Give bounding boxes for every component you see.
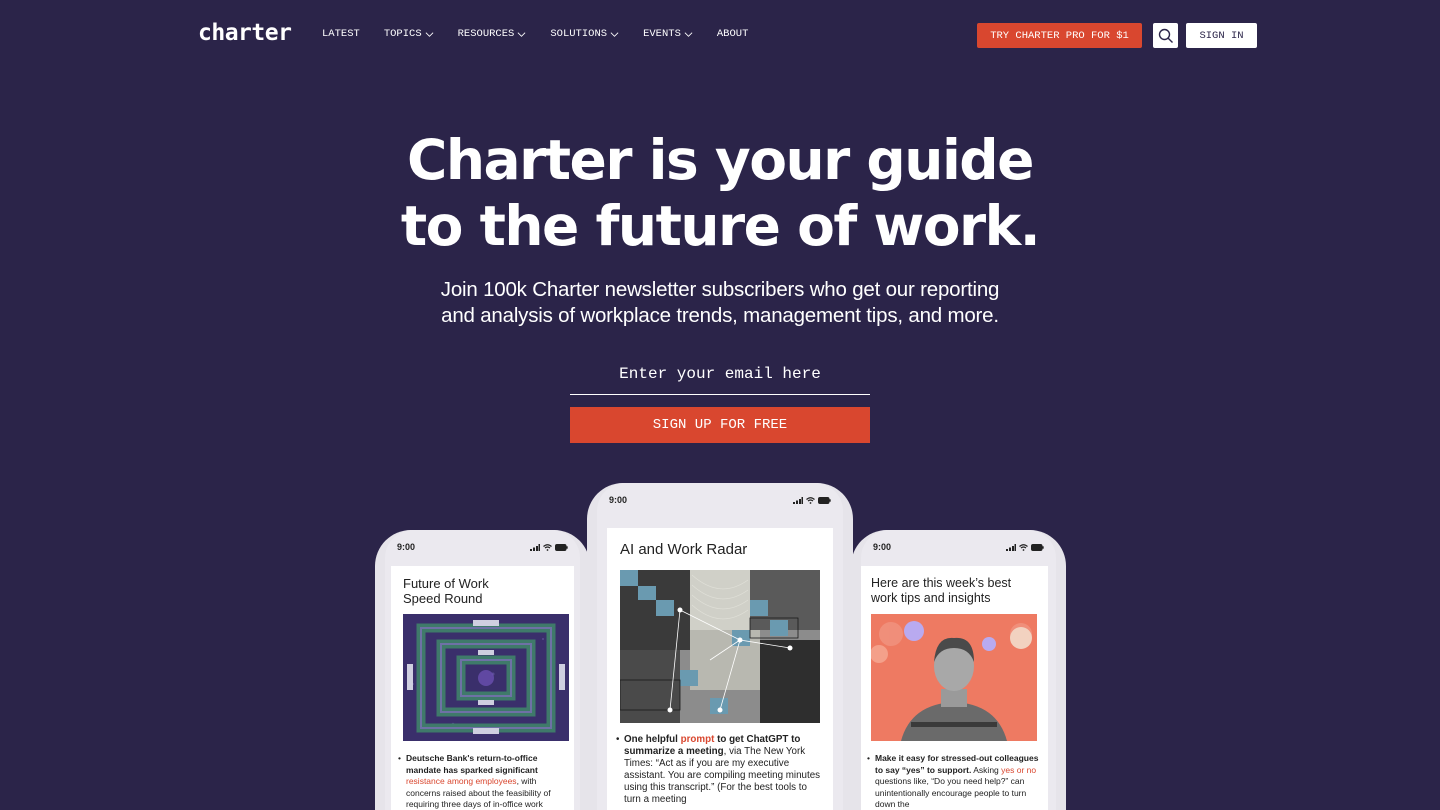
wifi-icon	[806, 496, 815, 504]
nav-label: LATEST	[322, 28, 360, 40]
bullet-bold-text: One helpful	[624, 734, 678, 745]
main-nav: LATEST TOPICS RESOURCES SOLUTIONS EVENTS…	[322, 28, 772, 40]
card-title-line: Here are this week’s best	[871, 576, 1012, 590]
card-bullet: Deutsche Bank's return-to-office mandate…	[398, 753, 563, 810]
status-bar: 9:00	[609, 493, 831, 507]
status-icons	[530, 543, 568, 551]
bullet-text: questions like, “Do you need help?” can …	[875, 776, 1027, 809]
chevron-down-icon	[517, 31, 526, 37]
card-title: Here are this week’s best work tips and …	[871, 576, 1011, 606]
status-time: 9:00	[873, 542, 892, 552]
status-bar: 9:00	[397, 540, 568, 554]
card-title: Future of Work Speed Round	[403, 576, 489, 606]
bullet-text: Asking	[973, 764, 999, 775]
nav-resources[interactable]: RESOURCES	[458, 28, 527, 40]
nav-label: EVENTS	[643, 28, 681, 40]
chevron-down-icon	[425, 31, 434, 37]
bullet-link[interactable]: yes or no	[1001, 765, 1036, 775]
phone-mockup-work-tips: 9:00 Here are this week’s best work tips…	[851, 530, 1066, 810]
wifi-icon	[1019, 543, 1028, 551]
hero-title: Charter is your guide to the future of w…	[0, 127, 1440, 259]
nav-latest[interactable]: LATEST	[322, 28, 360, 40]
nav-label: TOPICS	[383, 28, 422, 40]
sign-in-button[interactable]: SIGN IN	[1186, 23, 1257, 48]
newsletter-card[interactable]: AI and Work Radar • One helpful prompt t…	[607, 528, 833, 810]
try-pro-button[interactable]: TRY CHARTER PRO FOR $1	[977, 23, 1142, 48]
nav-label: RESOURCES	[457, 28, 515, 40]
site-header: charter LATEST TOPICS RESOURCES SOLUTION…	[0, 0, 1440, 70]
newsletter-card[interactable]: Future of Work Speed Round • Deutsche Ba…	[391, 566, 574, 810]
nav-label: ABOUT	[716, 28, 749, 40]
status-icons	[1006, 543, 1044, 551]
status-bar: 9:00	[873, 540, 1044, 554]
nav-events[interactable]: EVENTS	[643, 28, 693, 40]
chevron-down-icon	[684, 31, 693, 37]
phone-mockup-ai-radar: 9:00 AI and Work Radar • One helpful pro…	[587, 483, 853, 810]
status-icons	[793, 496, 831, 504]
battery-icon	[818, 496, 831, 504]
bullet-bold-text: Deutsche Bank's return-to-office mandate…	[406, 753, 538, 775]
battery-icon	[1031, 543, 1044, 551]
wifi-icon	[543, 543, 552, 551]
status-time: 9:00	[397, 542, 416, 552]
card-title: AI and Work Radar	[620, 541, 748, 558]
woman-portrait-illustration	[871, 614, 1037, 741]
battery-icon	[555, 543, 568, 551]
phone-screen: 9:00 Here are this week’s best work tips…	[861, 530, 1056, 810]
nav-label: SOLUTIONS	[550, 28, 608, 40]
phone-screen: 9:00 Future of Work Speed Round • Deutsc…	[385, 530, 580, 810]
sign-up-button[interactable]: SIGN UP FOR FREE	[570, 407, 870, 443]
email-input[interactable]	[570, 353, 870, 395]
search-button[interactable]	[1153, 23, 1178, 48]
hero-title-line: to the future of work.	[400, 194, 1041, 258]
status-time: 9:00	[609, 495, 628, 505]
hero-subtitle-line: and analysis of workplace trends, manage…	[441, 304, 999, 327]
bullet-link[interactable]: resistance among employees	[406, 776, 517, 786]
search-icon	[1158, 28, 1173, 43]
nav-solutions[interactable]: SOLUTIONS	[550, 28, 619, 40]
hero-title-line: Charter is your guide	[407, 128, 1034, 192]
phone-screen: 9:00 AI and Work Radar • One helpful pro…	[597, 483, 843, 810]
charter-logo[interactable]: charter	[198, 20, 292, 46]
nav-about[interactable]: ABOUT	[717, 28, 749, 40]
newsletter-card[interactable]: Here are this week’s best work tips and …	[861, 566, 1048, 810]
ai-collage-illustration	[620, 570, 820, 723]
chevron-down-icon	[610, 31, 619, 37]
bullet-link[interactable]: prompt	[681, 734, 715, 745]
card-title-line: Speed Round	[403, 591, 483, 606]
hero-subtitle-line: Join 100k Charter newsletter subscribers…	[440, 278, 1000, 301]
phone-mockup-speed-round: 9:00 Future of Work Speed Round • Deutsc…	[375, 530, 590, 810]
card-title-line: Future of Work	[403, 576, 489, 591]
signal-icon	[793, 496, 803, 504]
maze-illustration	[403, 614, 569, 741]
nav-topics[interactable]: TOPICS	[384, 28, 434, 40]
hero-subtitle: Join 100k Charter newsletter subscribers…	[0, 277, 1440, 329]
signal-icon	[530, 543, 540, 551]
card-bullet: Make it easy for stressed-out colleagues…	[867, 753, 1039, 810]
card-bullet: One helpful prompt to get ChatGPT to sum…	[616, 734, 821, 806]
card-title-line: work tips and insights	[871, 591, 991, 605]
signal-icon	[1006, 543, 1016, 551]
